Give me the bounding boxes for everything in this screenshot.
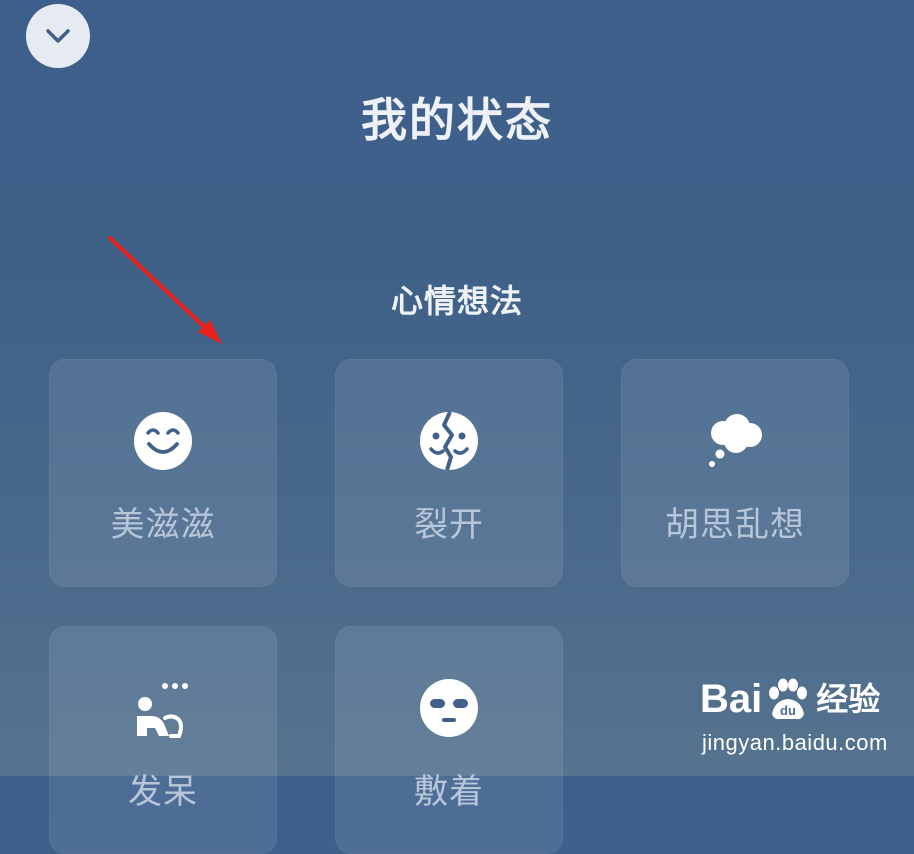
- watermark-brand-right: 经验: [816, 680, 881, 718]
- status-label: 发呆: [128, 772, 198, 812]
- face-mask-icon: [420, 679, 478, 737]
- status-tile-fuzhe[interactable]: 敷着: [335, 626, 563, 854]
- collapse-button[interactable]: [26, 4, 90, 68]
- status-label: 美滋滋: [110, 505, 216, 545]
- thought-cloud-icon: [709, 414, 762, 467]
- annotation-arrow: [108, 236, 222, 344]
- status-tile-meizizi[interactable]: 美滋滋: [49, 359, 277, 587]
- status-tile-husiluanxiang[interactable]: 胡思乱想: [621, 359, 849, 587]
- svg-text:du: du: [780, 703, 796, 718]
- status-tile-fadai[interactable]: 发呆: [49, 626, 277, 854]
- chevron-down-icon: [46, 29, 70, 43]
- baidu-jingyan-watermark: Bai du 经验 jingyan.baidu.com: [700, 676, 900, 766]
- status-label: 敷着: [414, 772, 484, 812]
- status-tile-liekai[interactable]: 裂开: [335, 359, 563, 587]
- paw-icon: du: [769, 678, 808, 720]
- page-title: 我的状态: [361, 93, 553, 147]
- daze-person-icon: [137, 683, 188, 738]
- smile-icon: [134, 412, 192, 470]
- watermark-url: jingyan.baidu.com: [702, 730, 888, 755]
- status-label: 裂开: [414, 505, 484, 545]
- status-label: 胡思乱想: [665, 505, 805, 545]
- watermark-brand-left: Bai: [700, 677, 763, 721]
- cracked-face-icon: [420, 411, 478, 471]
- baidu-logo: Bai du 经验: [700, 676, 880, 722]
